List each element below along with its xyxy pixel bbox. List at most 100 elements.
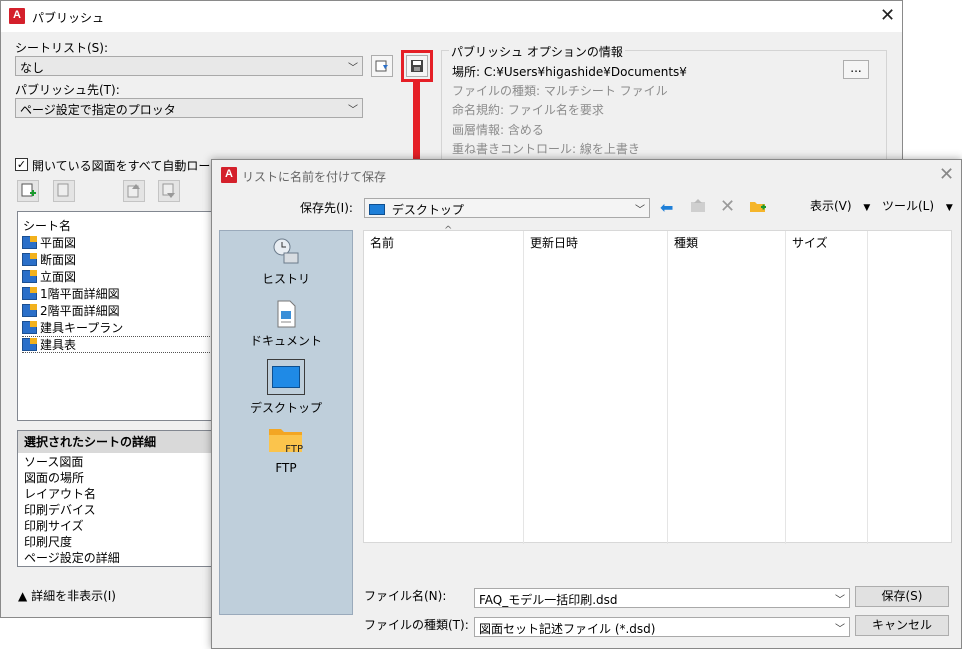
chevron-down-icon: ﹀ [635,205,645,216]
detail-rows: ソース図面 図面の場所 レイアウト名 印刷デバイス 印刷サイズ 印刷尺度 ページ設定の詳細 [18,453,216,565]
move-up-icon [127,184,140,198]
sheet-name-header[interactable]: シート名 [18,212,216,234]
up-folder-icon[interactable] [690,198,708,214]
chevron-down-icon: ﹀ [835,624,845,635]
sheet-row-label: 建具キープラン [40,321,124,335]
browse-location-button[interactable]: ... [843,60,869,79]
sheet-layout-icon [22,253,37,266]
sheet-layout-icon [22,304,37,317]
hide-details-label: 詳細を非表示(I) [31,589,116,603]
filename-input[interactable]: FAQ_モデル一括印刷.dsd ﹀ [474,588,850,608]
detail-row: ページ設定の詳細 [24,551,120,565]
option-overwrite: 重ね書きコントロール: 線を上書き [452,142,640,156]
filename-label: ファイル名(N): [364,589,447,603]
save-in-value: デスクトップ [391,203,464,217]
sheet-row[interactable]: 1階平面詳細図 [22,285,216,302]
cancel-button[interactable]: キャンセル [855,615,949,636]
sheet-details-header: 選択されたシートの詳細 [18,431,216,453]
place-ftp[interactable]: FTP FTP [220,421,352,475]
remove-sheet-icon [57,183,69,197]
chevron-down-icon: ﹀ [835,595,845,606]
sheet-layout-icon [22,287,37,300]
tools-menu[interactable]: ツール(L) ▼ [882,197,953,214]
sheet-rows: 平面図断面図立面図 1階平面詳細図 2階平面詳細図 建具キープラン 建具表 [18,234,216,353]
desktop-icon [272,366,300,388]
filetype-label: ファイルの種類(T): [364,618,469,632]
publish-titlebar: A パブリッシュ ✕ [1,1,902,32]
add-sheets-button[interactable] [17,180,39,202]
sheet-row-label: 2階平面詳細図 [40,304,120,318]
sheet-row[interactable]: 建具キープラン [22,319,216,336]
save-list-dialog: A リストに名前を付けて保存 ✕ 保存先(I): デスクトップ ﹀ ⬅ ✕ 表示… [211,159,962,649]
option-file-type: ファイルの種類: マルチシート ファイル [452,84,668,98]
load-sheet-list-button[interactable] [371,55,393,77]
auto-load-checkbox[interactable]: ✓ [15,158,28,171]
back-arrow-icon[interactable]: ⬅ [660,198,673,217]
save-button[interactable]: 保存(S) [855,586,949,607]
add-sheet-icon [21,183,36,197]
history-icon [273,238,299,264]
view-menu-label: 表示(V) [810,199,852,213]
sheet-row-label: 断面図 [40,253,77,267]
view-menu[interactable]: 表示(V) ▼ [810,197,870,214]
sheet-layout-icon [22,270,37,283]
column-name[interactable]: 名前 [364,231,524,544]
autocad-app-icon: A [9,8,25,24]
ftp-badge: FTP [285,444,303,455]
places-bar: ヒストリ ドキュメント デスクトップ FTP FTP [219,230,353,615]
sheet-layout-icon [22,236,37,249]
filename-value: FAQ_モデル一括印刷.dsd [479,593,618,607]
detail-row: 印刷サイズ [24,519,84,533]
hide-details-toggle[interactable]: ▲ 詳細を非表示(I) [18,587,116,604]
save-sheet-list-button[interactable] [406,55,428,77]
filetype-value: 図面セット記述ファイル (*.dsd) [479,622,656,636]
filetype-select[interactable]: 図面セット記述ファイル (*.dsd) ﹀ [474,617,850,637]
detail-row: 図面の場所 [24,471,85,485]
sheet-row-label: 立面図 [40,270,77,284]
place-documents-label: ドキュメント [249,334,322,348]
column-type[interactable]: 種類 [668,231,786,544]
desktop-icon [369,204,385,215]
detail-row: 印刷デバイス [24,503,96,517]
sheet-row[interactable]: 建具表 [22,336,216,353]
place-documents[interactable]: ドキュメント [220,299,352,349]
sheet-row[interactable]: 平面図 [22,234,216,251]
place-history[interactable]: ヒストリ [220,237,352,287]
documents-icon [277,300,296,328]
sheet-layout-icon [22,321,37,334]
place-history-label: ヒストリ [261,272,310,286]
sheet-row-label: 1階平面詳細図 [40,287,120,301]
save-dialog-title: リストに名前を付けて保存 [242,170,387,184]
caret-down-icon: ▼ [945,203,953,213]
save-in-select[interactable]: デスクトップ ﹀ [364,198,650,218]
sheet-row[interactable]: 立面図 [22,268,216,285]
detail-row: 印刷尺度 [24,535,73,549]
publish-close-icon[interactable]: ✕ [880,7,895,25]
remove-sheets-button[interactable] [53,180,75,202]
publish-to-select[interactable]: ページ設定で指定のプロッタ ﹀ [15,98,363,118]
place-ftp-label: FTP [275,461,297,475]
tools-menu-label: ツール(L) [882,199,935,213]
publish-options-title: パブリッシュ オプションの情報 [449,43,625,60]
column-size[interactable]: サイズ [786,231,868,544]
new-folder-icon[interactable] [749,198,767,214]
place-desktop[interactable]: デスクトップ [220,359,352,416]
detail-row: レイアウト名 [24,487,97,501]
sheet-row[interactable]: 2階平面詳細図 [22,302,216,319]
move-sheet-up-button[interactable] [123,180,145,202]
sheet-listbox[interactable]: シート名 平面図断面図立面図 1階平面詳細図 2階平面詳細図 建具キープラン 建具表 [17,211,217,421]
sheet-row[interactable]: 断面図 [22,251,216,268]
column-modified[interactable]: 更新日時 [524,231,668,544]
file-list[interactable]: ^ 名前 更新日時 種類 サイズ [363,225,952,544]
place-desktop-label: デスクトップ [249,401,322,415]
option-naming: 命名規約: ファイル名を要求 [452,103,604,117]
save-dialog-close-icon[interactable]: ✕ [939,166,954,184]
publish-to-label: パブリッシュ先(T): [15,83,120,97]
delete-icon[interactable]: ✕ [720,196,735,217]
caret-up-icon: ▲ [18,589,28,603]
sheet-list-select[interactable]: なし ﹀ [15,56,363,76]
move-sheet-down-button[interactable] [158,180,180,202]
ftp-icon: FTP [267,421,305,461]
load-list-icon [375,60,388,72]
sheet-list-value: なし [20,61,45,75]
